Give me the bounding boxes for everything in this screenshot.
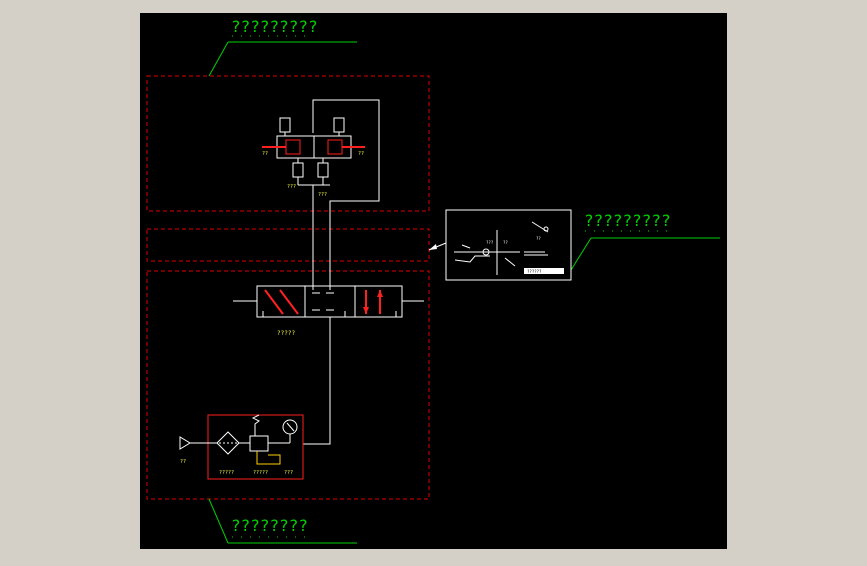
gauge-label: ??? xyxy=(284,470,293,476)
detail-title: ?????? xyxy=(527,269,542,274)
callout-bottom-text: ???????? xyxy=(231,516,308,535)
cyl-mid-right-label: ??? xyxy=(318,192,327,198)
pneumatic-diagram: ????????? ????????? ???????? ?? ?? ??? ?… xyxy=(140,13,727,549)
drawing-sheet xyxy=(140,13,727,549)
cyl-left-port-label: ?? xyxy=(262,151,268,157)
cad-viewport[interactable]: ????????? ????????? ???????? ?? ?? ??? ?… xyxy=(0,0,867,562)
cyl-mid-left-label: ??? xyxy=(287,184,296,190)
detail-item-2: ?? xyxy=(503,240,508,245)
detail-item-1: ??? xyxy=(486,240,494,245)
valve-label: ????? xyxy=(277,330,295,337)
regulator-label: ????? xyxy=(253,470,268,476)
frl-label: ????? xyxy=(219,470,234,476)
detail-view: ??? ?? ?? ?????? xyxy=(428,209,572,281)
cyl-right-port-label: ?? xyxy=(358,151,364,157)
callout-right-text: ????????? xyxy=(584,211,671,230)
callout-top-text: ????????? xyxy=(231,17,318,36)
source-label: ?? xyxy=(180,459,186,465)
detail-item-3: ?? xyxy=(536,236,541,241)
